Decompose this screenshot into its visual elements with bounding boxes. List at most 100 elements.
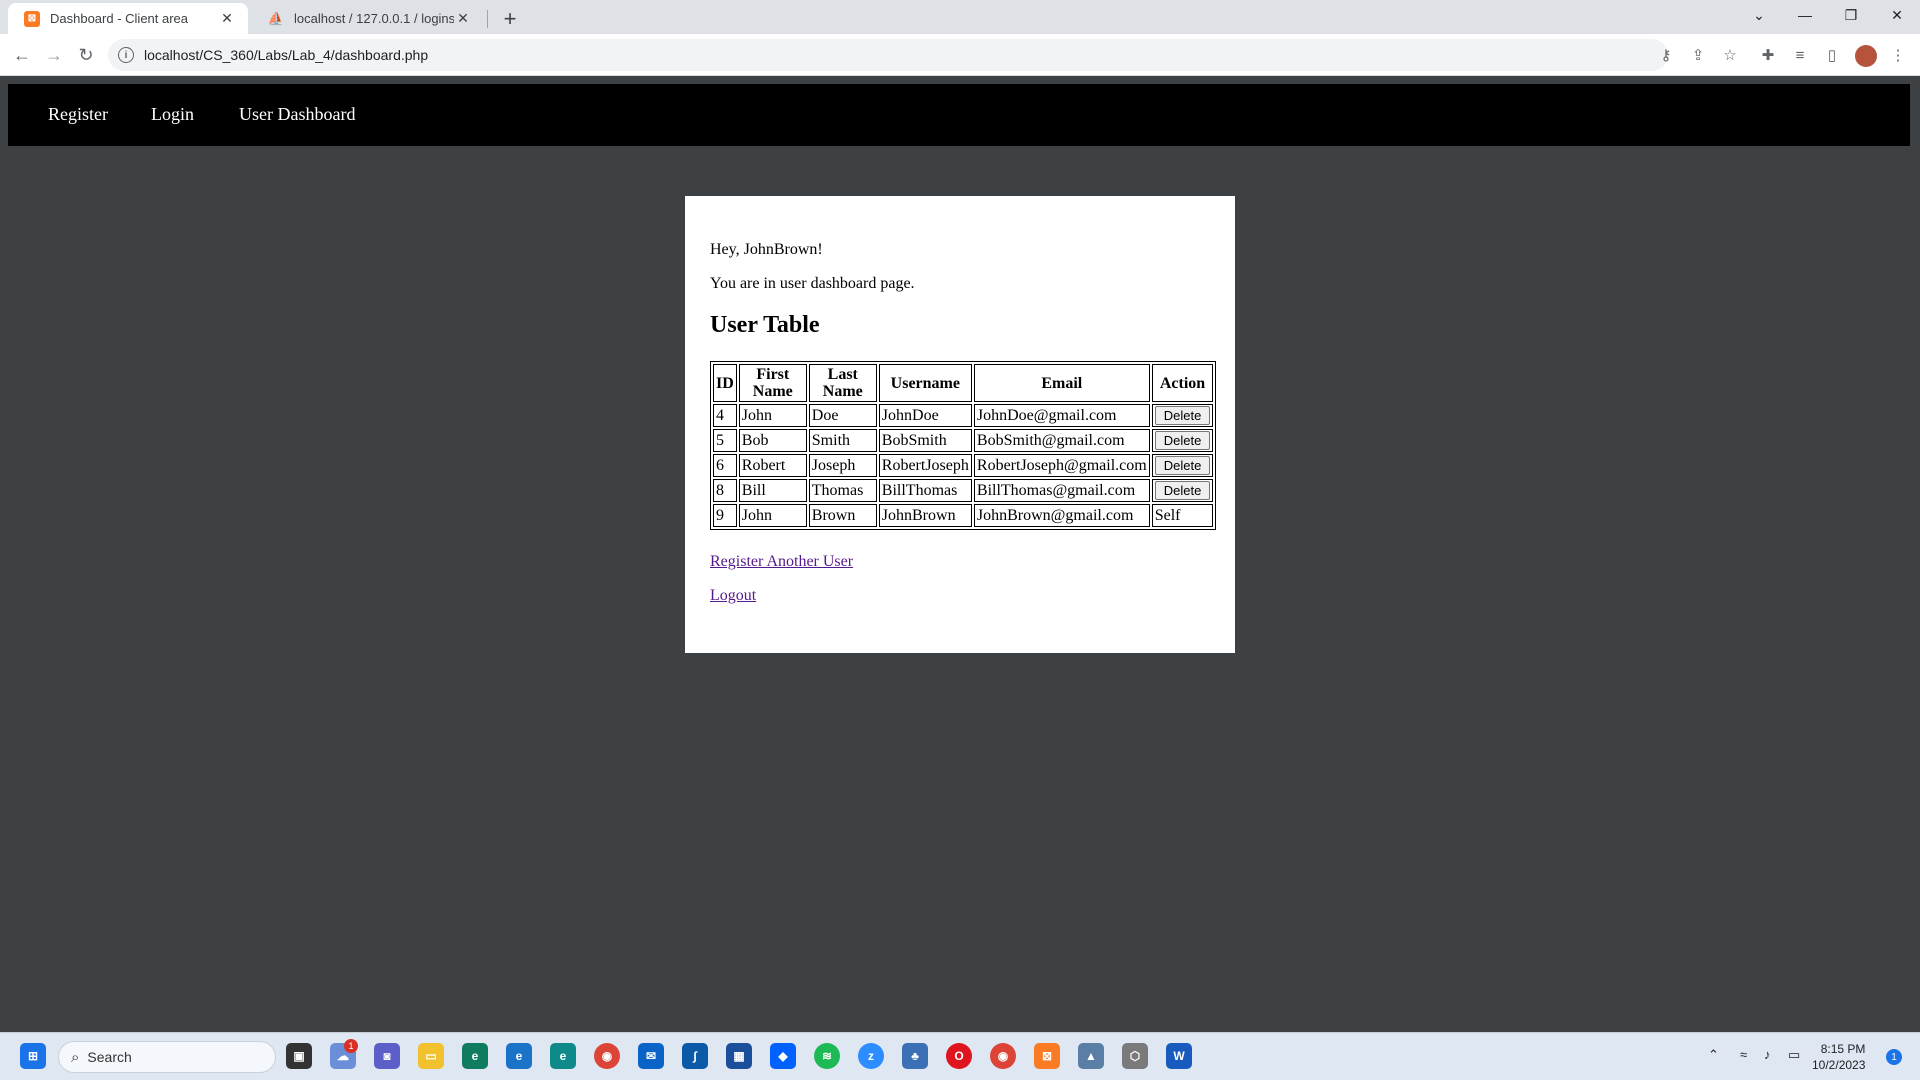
bookmark-star-icon[interactable]: ☆ xyxy=(1718,43,1742,67)
tab-dashboard[interactable]: ⊠ Dashboard - Client area ✕ xyxy=(8,3,248,34)
zoom-icon[interactable]: z xyxy=(858,1043,884,1069)
cell-action-self: Self xyxy=(1151,504,1214,527)
nav-register-link[interactable]: Register xyxy=(48,104,108,125)
taskbar-search[interactable]: ⌕ Search xyxy=(58,1041,276,1073)
new-tab-icon[interactable]: + xyxy=(496,5,524,33)
edge-icon[interactable]: e xyxy=(462,1043,488,1069)
phpmyadmin-favicon-icon: ⛵ xyxy=(267,10,285,26)
cell-id: 8 xyxy=(713,479,737,502)
cell-action: Delete xyxy=(1151,404,1214,427)
tab-search-chevron-icon[interactable]: ⌄ xyxy=(1736,0,1782,30)
delete-button[interactable]: Delete xyxy=(1154,406,1211,425)
clock-time: 8:15 PM xyxy=(1820,1042,1866,1056)
extensions-puzzle-icon[interactable]: ✚ xyxy=(1756,43,1780,67)
cell-last-name: Joseph xyxy=(808,454,877,477)
cell-id: 4 xyxy=(713,404,737,427)
cell-last-name: Brown xyxy=(808,504,877,527)
file-explorer-icon[interactable]: ▭ xyxy=(418,1043,444,1069)
delete-button[interactable]: Delete xyxy=(1154,456,1211,475)
wifi-icon[interactable]: ≈ xyxy=(1740,1047,1747,1062)
column-header: Action xyxy=(1151,364,1214,402)
nav-user-dashboard-link[interactable]: User Dashboard xyxy=(239,104,355,125)
delete-button[interactable]: Delete xyxy=(1154,481,1211,500)
cell-first-name: Bill xyxy=(738,479,807,502)
battery-icon[interactable]: ▭ xyxy=(1788,1047,1800,1063)
search-placeholder: Search xyxy=(87,1049,132,1065)
cell-email: JohnDoe@gmail.com xyxy=(973,404,1150,427)
notification-center-badge[interactable]: 1 xyxy=(1886,1049,1902,1065)
xampp-icon[interactable]: ⊠ xyxy=(1034,1043,1060,1069)
dropbox-icon[interactable]: ◆ xyxy=(770,1043,796,1069)
chrome-active-icon[interactable]: ◉ xyxy=(990,1043,1016,1069)
cell-email: RobertJoseph@gmail.com xyxy=(973,454,1150,477)
cell-username: BobSmith xyxy=(878,429,972,452)
taskbar: ⊞ ⌕ Search ▣ ☁ 1 ◙ ▭ e e e ◉ ✉ ∫ ▦ ◆ ≋ z… xyxy=(0,1032,1920,1080)
subtitle-text: You are in user dashboard page. xyxy=(710,275,915,292)
table-row: 6 Robert Joseph RobertJoseph RobertJosep… xyxy=(713,454,1214,477)
cell-id: 6 xyxy=(713,454,737,477)
window-close-icon[interactable]: ✕ xyxy=(1874,0,1920,30)
forward-arrow-icon[interactable]: → xyxy=(42,43,66,67)
cell-username: JohnDoe xyxy=(878,404,972,427)
cell-username: RobertJoseph xyxy=(878,454,972,477)
info-icon[interactable]: i xyxy=(118,47,134,63)
tab-title: Dashboard - Client area xyxy=(50,11,189,26)
table-row: 4 John Doe JohnDoe JohnDoe@gmail.com Del… xyxy=(713,404,1214,427)
cell-first-name: John xyxy=(738,404,807,427)
cell-id: 9 xyxy=(713,504,737,527)
cell-action: Delete xyxy=(1151,479,1214,502)
security-shield-icon[interactable]: ⬡ xyxy=(1122,1043,1148,1069)
cell-first-name: John xyxy=(738,504,807,527)
spotify-icon[interactable]: ≋ xyxy=(814,1043,840,1069)
windows-start-icon[interactable]: ⊞ xyxy=(20,1043,46,1069)
task-view-icon[interactable]: ▣ xyxy=(286,1043,312,1069)
cell-username: JohnBrown xyxy=(878,504,972,527)
address-bar[interactable]: i localhost/CS_360/Labs/Lab_4/dashboard.… xyxy=(108,39,1668,71)
mail-icon[interactable]: ✉ xyxy=(638,1043,664,1069)
edge-beta-icon[interactable]: e xyxy=(550,1043,576,1069)
table-row: 9 John Brown JohnBrown JohnBrown@gmail.c… xyxy=(713,504,1214,527)
minimize-icon[interactable]: — xyxy=(1782,0,1828,30)
tab-phpmyadmin[interactable]: ⛵ localhost / 127.0.0.1 / loginsyste ✕ xyxy=(252,3,484,34)
cell-action: Delete xyxy=(1151,454,1214,477)
photos-icon[interactable]: ▲ xyxy=(1078,1043,1104,1069)
delete-button[interactable]: Delete xyxy=(1154,431,1211,450)
chrome-icon[interactable]: ◉ xyxy=(594,1043,620,1069)
nav-login-link[interactable]: Login xyxy=(151,104,194,125)
cell-last-name: Smith xyxy=(808,429,877,452)
side-panel-icon[interactable]: ▯ xyxy=(1820,43,1844,67)
greeting-text: Hey, JohnBrown! xyxy=(710,241,823,258)
register-another-user-link[interactable]: Register Another User xyxy=(710,553,853,571)
column-header: First Name xyxy=(738,364,807,402)
clock[interactable]: 8:15 PM 10/2/2023 xyxy=(1812,1041,1865,1073)
tab-strip: ⊠ Dashboard - Client area ✕ ⛵ localhost … xyxy=(0,0,1920,34)
table-row: 8 Bill Thomas BillThomas BillThomas@gmai… xyxy=(713,479,1214,502)
close-icon[interactable]: ✕ xyxy=(218,10,236,27)
visual-studio-icon[interactable]: ∫ xyxy=(682,1043,708,1069)
close-icon[interactable]: ✕ xyxy=(454,10,472,27)
opera-icon[interactable]: O xyxy=(946,1043,972,1069)
logout-link[interactable]: Logout xyxy=(710,587,756,605)
reload-icon[interactable]: ↻ xyxy=(74,43,98,67)
edge-dev-icon[interactable]: e xyxy=(506,1043,532,1069)
table-row: 5 Bob Smith BobSmith BobSmith@gmail.com … xyxy=(713,429,1214,452)
volume-icon[interactable]: ♪ xyxy=(1764,1047,1771,1062)
python-icon[interactable]: ♣ xyxy=(902,1043,928,1069)
xampp-favicon-icon: ⊠ xyxy=(24,10,40,27)
store-icon[interactable]: ▦ xyxy=(726,1043,752,1069)
key-icon[interactable]: ⚷ xyxy=(1654,43,1678,67)
restore-icon[interactable]: ❐ xyxy=(1828,0,1874,30)
word-icon[interactable]: W xyxy=(1166,1043,1192,1069)
media-queue-icon[interactable]: ≡ xyxy=(1788,43,1812,67)
teams-chat-icon[interactable]: ◙ xyxy=(374,1043,400,1069)
more-menu-icon[interactable]: ⋮ xyxy=(1886,43,1910,67)
search-icon: ⌕ xyxy=(71,1048,80,1066)
site-navbar: Register Login User Dashboard xyxy=(8,84,1910,146)
share-icon[interactable]: ⇪ xyxy=(1686,43,1710,67)
user-table-title: User Table xyxy=(710,312,820,338)
back-arrow-icon[interactable]: ← xyxy=(10,43,34,67)
profile-avatar[interactable] xyxy=(1855,45,1877,67)
cell-email: BobSmith@gmail.com xyxy=(973,429,1150,452)
clock-date: 10/2/2023 xyxy=(1812,1058,1866,1072)
chevron-up-icon[interactable]: ⌃ xyxy=(1708,1047,1719,1063)
